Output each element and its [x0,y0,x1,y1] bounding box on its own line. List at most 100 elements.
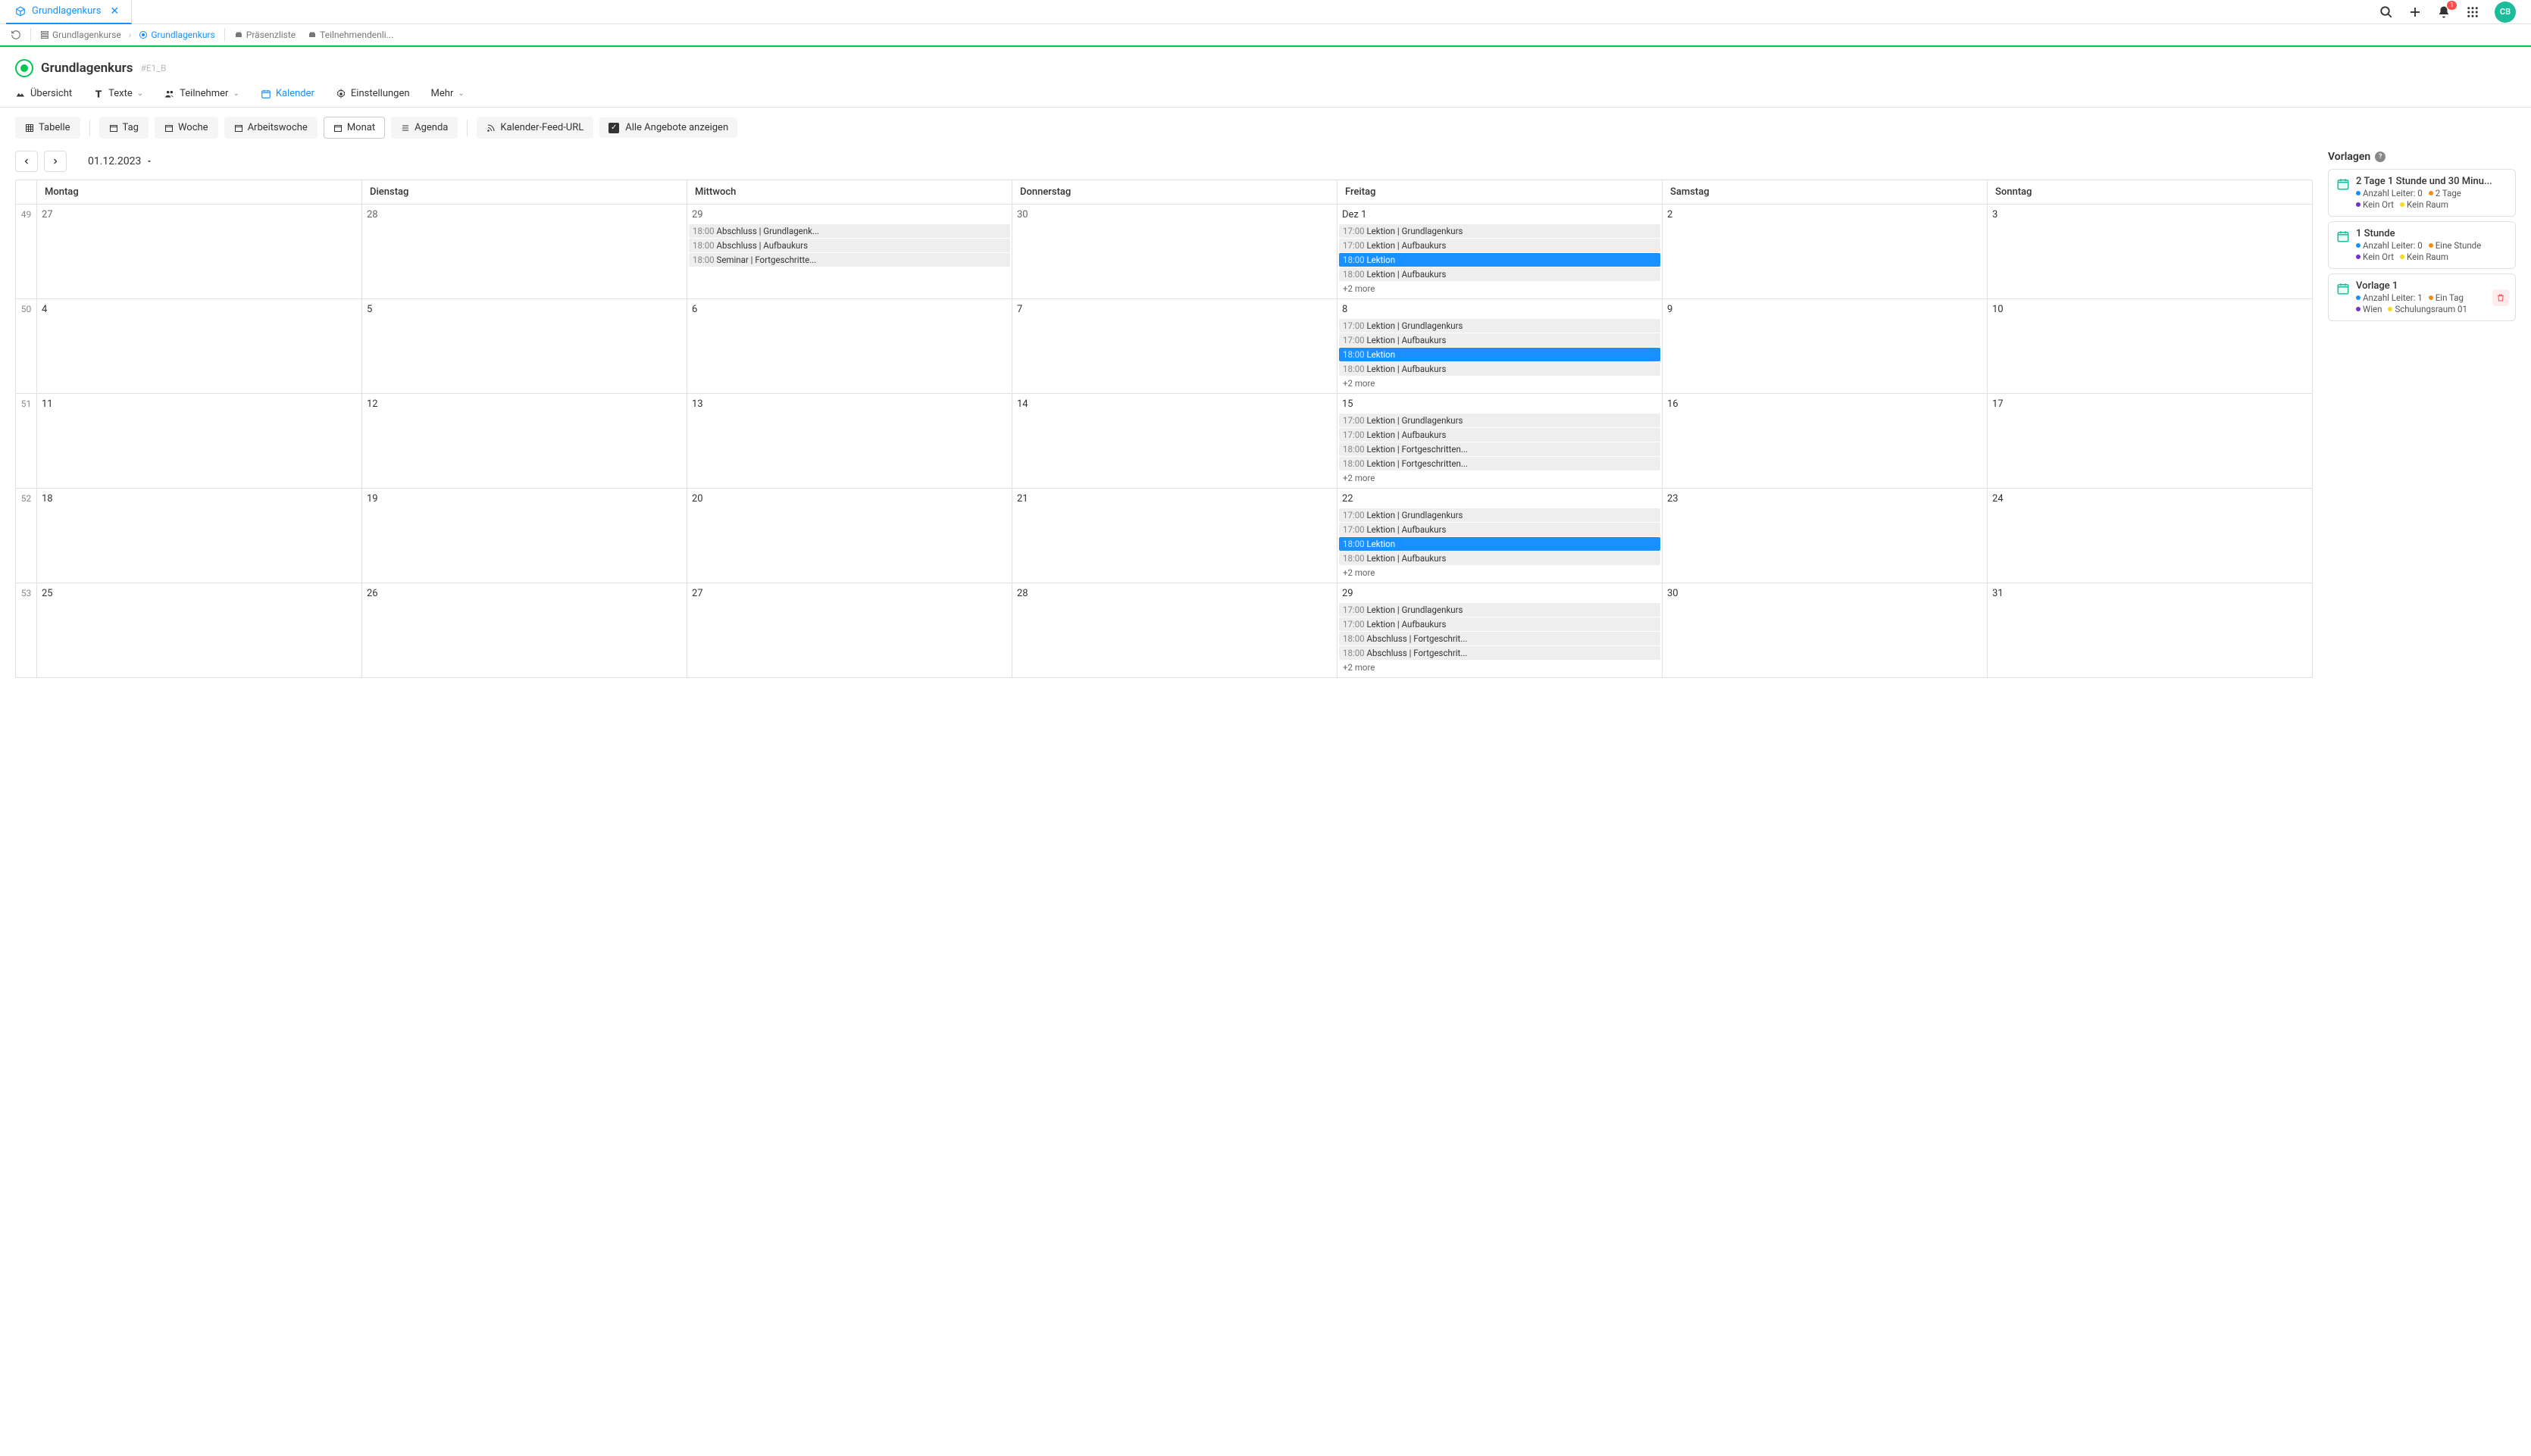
calendar-cell[interactable]: 2217:00 Lektion | Grundlagenkurs17:00 Le… [1337,489,1663,583]
calendar-cell[interactable]: 10 [1988,299,2312,394]
more-events-link[interactable]: +2 more [1339,282,1660,295]
more-events-link[interactable]: +2 more [1339,471,1660,485]
calendar-event[interactable]: 17:00 Lektion | Grundlagenkurs [1339,603,1660,617]
calendar-cell[interactable]: 3 [1988,205,2312,299]
calendar-event[interactable]: 18:00 Lektion [1339,537,1660,551]
add-icon[interactable] [2408,5,2422,19]
more-events-link[interactable]: +2 more [1339,661,1660,674]
tab-close-button[interactable]: ✕ [107,5,122,17]
calendar-cell[interactable]: 27 [37,205,362,299]
calendar-event[interactable]: 17:00 Lektion | Grundlagenkurs [1339,508,1660,522]
calendar-event[interactable]: 17:00 Lektion | Grundlagenkurs [1339,414,1660,427]
calendar-event[interactable]: 17:00 Lektion | Grundlagenkurs [1339,319,1660,333]
calendar-event[interactable]: 17:00 Lektion | Grundlagenkurs [1339,224,1660,238]
feed-url-button[interactable]: Kalender-Feed-URL [477,117,593,139]
calendar-event[interactable]: 18:00 Abschluss | Fortgeschrit... [1339,632,1660,645]
show-all-toggle[interactable]: ✓Alle Angebote anzeigen [599,117,737,138]
calendar-event[interactable]: 17:00 Lektion | Aufbaukurs [1339,428,1660,442]
calendar-cell[interactable]: 31 [1988,583,2312,677]
calendar-cell[interactable]: 2918:00 Abschluss | Grundlagenk...18:00 … [687,205,1012,299]
calendar-event[interactable]: 17:00 Lektion | Aufbaukurs [1339,333,1660,347]
template-card[interactable]: 1 StundeAnzahl Leiter: 0Eine StundeKein … [2328,221,2516,269]
breadcrumb-item[interactable]: Grundlagenkurse [36,30,126,40]
calendar-cell[interactable]: 9 [1663,299,1988,394]
calendar-event[interactable]: 18:00 Lektion | Aufbaukurs [1339,551,1660,565]
calendar-cell[interactable]: 2 [1663,205,1988,299]
view-workweek-button[interactable]: Arbeitswoche [224,117,318,139]
calendar-cell[interactable]: 27 [687,583,1012,677]
breadcrumb-item[interactable]: Teilnehmendenli... [303,30,398,40]
search-icon[interactable] [2379,5,2393,19]
apps-grid-icon[interactable] [2466,5,2479,19]
calendar-event[interactable]: 18:00 Abschluss | Fortgeschrit... [1339,646,1660,660]
calendar-cell[interactable]: 817:00 Lektion | Grundlagenkurs17:00 Lek… [1337,299,1663,394]
nav-overview[interactable]: Übersicht [15,88,72,99]
nav-participants[interactable]: Teilnehmer⌄ [164,88,239,99]
calendar-event[interactable]: 17:00 Lektion | Aufbaukurs [1339,617,1660,631]
cal-date-picker[interactable]: 01.12.2023 [73,155,153,167]
more-events-link[interactable]: +2 more [1339,376,1660,390]
calendar-cell[interactable]: 25 [37,583,362,677]
calendar-cell[interactable]: 4 [37,299,362,394]
calendar-event[interactable]: 18:00 Lektion | Aufbaukurs [1339,362,1660,376]
app-tab[interactable]: Grundlagenkurs ✕ [6,0,132,24]
calendar-cell[interactable]: 30 [1663,583,1988,677]
calendar-cell[interactable]: 23 [1663,489,1988,583]
calendar-cell[interactable]: 2917:00 Lektion | Grundlagenkurs17:00 Le… [1337,583,1663,677]
cal-prev-button[interactable] [15,151,38,172]
calendar-event[interactable]: 18:00 Lektion [1339,348,1660,361]
calendar-cell[interactable]: 13 [687,394,1012,489]
calendar-cell[interactable]: 30 [1012,205,1337,299]
history-back-icon[interactable] [6,30,26,40]
delete-template-button[interactable] [2492,289,2509,306]
calendar-event[interactable]: 17:00 Lektion | Aufbaukurs [1339,239,1660,252]
calendar-cell[interactable]: 5 [362,299,687,394]
cal-next-button[interactable] [44,151,67,172]
nav-texts[interactable]: Texte⌄ [93,88,143,99]
template-card[interactable]: Vorlage 1Anzahl Leiter: 1Ein TagWienSchu… [2328,273,2516,321]
view-month-button[interactable]: Monat [324,117,385,139]
calendar-event[interactable]: 17:00 Lektion | Aufbaukurs [1339,523,1660,536]
calendar-event[interactable]: 18:00 Abschluss | Aufbaukurs [689,239,1010,252]
view-week-button[interactable]: Woche [155,117,218,139]
nav-more[interactable]: Mehr⌄ [431,88,465,99]
calendar-grid: Montag Dienstag Mittwoch Donnerstag Frei… [15,180,2313,678]
calendar-cell[interactable]: 17 [1988,394,2312,489]
calendar-cell[interactable]: 28 [362,205,687,299]
more-events-link[interactable]: +2 more [1339,566,1660,580]
view-table-button[interactable]: Tabelle [15,117,80,139]
calendar-cell[interactable]: 7 [1012,299,1337,394]
calendar-cell[interactable]: 16 [1663,394,1988,489]
breadcrumb-item-active[interactable]: Grundlagenkurs [134,30,219,40]
calendar-cell[interactable]: 1517:00 Lektion | Grundlagenkurs17:00 Le… [1337,394,1663,489]
calendar-event[interactable]: 18:00 Lektion [1339,253,1660,267]
page-title-row: Grundlagenkurs #E1_B [0,47,2531,83]
calendar-event[interactable]: 18:00 Lektion | Fortgeschritten... [1339,457,1660,470]
calendar-event[interactable]: 18:00 Lektion | Fortgeschritten... [1339,442,1660,456]
calendar-event[interactable]: 18:00 Lektion | Aufbaukurs [1339,267,1660,281]
calendar-cell[interactable]: 18 [37,489,362,583]
nav-settings[interactable]: Einstellungen [336,88,410,99]
calendar-cell[interactable]: 20 [687,489,1012,583]
calendar-cell[interactable]: 19 [362,489,687,583]
template-card[interactable]: 2 Tage 1 Stunde und 30 Minu...Anzahl Lei… [2328,169,2516,217]
calendar-cell[interactable]: 26 [362,583,687,677]
user-avatar[interactable]: CB [2495,2,2516,23]
bell-icon[interactable]: 1 [2437,5,2451,19]
calendar-cell[interactable]: 21 [1012,489,1337,583]
calendar-cell[interactable]: 12 [362,394,687,489]
view-day-button[interactable]: Tag [99,117,149,139]
calendar-cell[interactable]: 28 [1012,583,1337,677]
calendar-cell[interactable]: 14 [1012,394,1337,489]
breadcrumb-item[interactable]: Präsenzliste [230,30,300,40]
calendar-cell[interactable]: Dez 117:00 Lektion | Grundlagenkurs17:00… [1337,205,1663,299]
calendar-cell[interactable]: 6 [687,299,1012,394]
calendar-cell[interactable]: 24 [1988,489,2312,583]
calendar-cell[interactable]: 11 [37,394,362,489]
view-agenda-button[interactable]: Agenda [391,117,458,139]
help-icon[interactable]: ? [2375,152,2386,162]
cell-date: 30 [1664,586,1985,602]
nav-calendar[interactable]: Kalender [261,88,314,99]
calendar-event[interactable]: 18:00 Seminar | Fortgeschritte... [689,253,1010,267]
calendar-event[interactable]: 18:00 Abschluss | Grundlagenk... [689,224,1010,238]
